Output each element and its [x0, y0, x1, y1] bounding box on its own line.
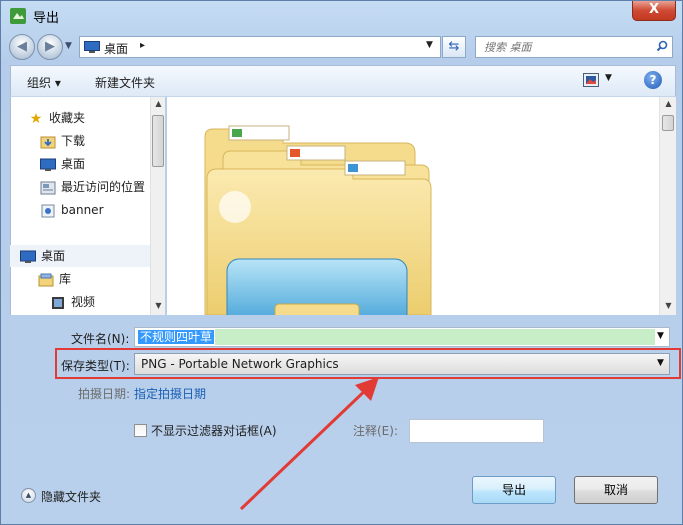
- desktop-icon: [84, 41, 100, 53]
- specify-date-link[interactable]: 指定拍摄日期: [134, 385, 206, 402]
- app-icon: [10, 8, 26, 24]
- forward-button[interactable]: ▶: [37, 34, 63, 60]
- filename-autocomplete-highlight: [215, 329, 655, 345]
- address-location[interactable]: 桌面: [104, 40, 128, 57]
- sidebar-item-recent-places[interactable]: 最近访问的位置: [40, 176, 145, 198]
- title-bar: 导出 X: [1, 1, 683, 31]
- filetype-value[interactable]: PNG - Portable Network Graphics: [141, 357, 339, 371]
- sidebar-item-banner[interactable]: banner: [40, 199, 104, 221]
- sidebar-item-label: 库: [59, 272, 72, 286]
- library-icon: [38, 273, 54, 286]
- recent-pages-dropdown-icon[interactable]: ▼: [65, 41, 77, 53]
- cancel-button[interactable]: 取消: [574, 476, 658, 504]
- video-icon: [52, 296, 64, 309]
- filename-label: 文件名(N):: [71, 332, 130, 346]
- star-icon: ★: [29, 110, 43, 127]
- breadcrumb-separator-icon[interactable]: ▸: [140, 40, 145, 51]
- sidebar-item-label: 桌面: [61, 157, 86, 171]
- export-dialog: 导出 X ◀ ▶ ▼ 桌面 ▸ ▼ ⇆ 组织 ▾ 新建文件夹: [0, 0, 683, 525]
- sidebar-item-library[interactable]: 库: [38, 268, 71, 290]
- date-label: 拍摄日期:: [78, 387, 131, 401]
- file-list-pane: [167, 97, 661, 315]
- sidebar-item-label: 最近访问的位置: [61, 180, 146, 194]
- folder-preview-icon: [204, 125, 432, 315]
- forward-arrow-icon: ▶: [45, 39, 55, 54]
- sidebar-item-downloads[interactable]: 下载: [40, 130, 85, 152]
- collapse-icon[interactable]: ▲: [21, 488, 36, 503]
- export-button[interactable]: 导出: [472, 476, 556, 504]
- scrollbar-thumb[interactable]: [152, 115, 164, 167]
- close-button[interactable]: X: [632, 1, 676, 21]
- sidebar-item-label: 视频: [71, 295, 96, 309]
- window-title: 导出: [33, 11, 60, 26]
- note-input[interactable]: [409, 419, 544, 443]
- back-button[interactable]: ◀: [9, 34, 35, 60]
- no-filter-dialog-checkbox[interactable]: [134, 424, 147, 437]
- filetype-select[interactable]: PNG - Portable Network Graphics ▼: [134, 353, 670, 375]
- sidebar-item-favorites[interactable]: ★ 收藏夹: [28, 107, 85, 129]
- help-button[interactable]: ?: [644, 71, 662, 89]
- banner-folder-icon: [41, 204, 55, 217]
- download-folder-icon: [40, 136, 56, 148]
- sidebar-item-label: 收藏夹: [49, 111, 86, 125]
- desktop-icon: [20, 250, 36, 263]
- hide-folders-button[interactable]: 隐藏文件夹: [41, 488, 101, 505]
- filename-field[interactable]: 不规则四叶草 ▼: [134, 327, 670, 347]
- navigation-scrollbar[interactable]: ▲ ▼: [150, 97, 165, 315]
- scroll-up-arrow-icon[interactable]: ▲: [151, 99, 166, 108]
- file-list-scrollbar[interactable]: ▲ ▼: [659, 97, 676, 315]
- sidebar-item-label: 下载: [61, 134, 86, 148]
- address-bar[interactable]: 桌面 ▸ ▼: [79, 36, 441, 58]
- refresh-button[interactable]: ⇆: [442, 36, 466, 58]
- scrollbar-thumb[interactable]: [662, 115, 674, 131]
- view-dropdown-icon[interactable]: ▼: [605, 73, 612, 83]
- sidebar-item-label: banner: [61, 203, 104, 217]
- navigation-pane: ★ 收藏夹 下载 桌面 最近访问的位置 banner: [10, 97, 165, 315]
- search-input[interactable]: [482, 39, 642, 55]
- scroll-down-arrow-icon[interactable]: ▼: [151, 301, 166, 310]
- organize-menu[interactable]: 组织 ▾: [27, 74, 61, 91]
- filetype-dropdown-icon[interactable]: ▼: [657, 358, 664, 368]
- search-box[interactable]: [475, 36, 673, 58]
- sidebar-item-desktop[interactable]: 桌面: [40, 153, 85, 175]
- filename-dropdown-icon[interactable]: ▼: [657, 331, 664, 341]
- scroll-down-arrow-icon[interactable]: ▼: [661, 301, 676, 310]
- annotation-arrow-icon: [239, 377, 379, 511]
- filename-input[interactable]: 不规则四叶草: [138, 330, 215, 344]
- recent-places-icon: [40, 181, 56, 194]
- sidebar-item-label: 桌面: [41, 249, 66, 263]
- sidebar-item-videos[interactable]: 视频: [50, 291, 95, 313]
- filetype-label: 保存类型(T):: [61, 359, 130, 373]
- scroll-up-arrow-icon[interactable]: ▲: [661, 99, 676, 108]
- search-icon[interactable]: [656, 40, 668, 52]
- view-options-icon[interactable]: [583, 73, 599, 87]
- refresh-icon: ⇆: [448, 39, 460, 54]
- command-toolbar: 组织 ▾ 新建文件夹 ▼ ?: [10, 65, 676, 97]
- address-dropdown-icon[interactable]: ▼: [426, 40, 433, 50]
- desktop-icon: [40, 158, 56, 171]
- new-folder-button[interactable]: 新建文件夹: [95, 74, 155, 91]
- sidebar-item-desktop-root[interactable]: 桌面: [20, 245, 65, 267]
- back-arrow-icon: ◀: [17, 39, 27, 54]
